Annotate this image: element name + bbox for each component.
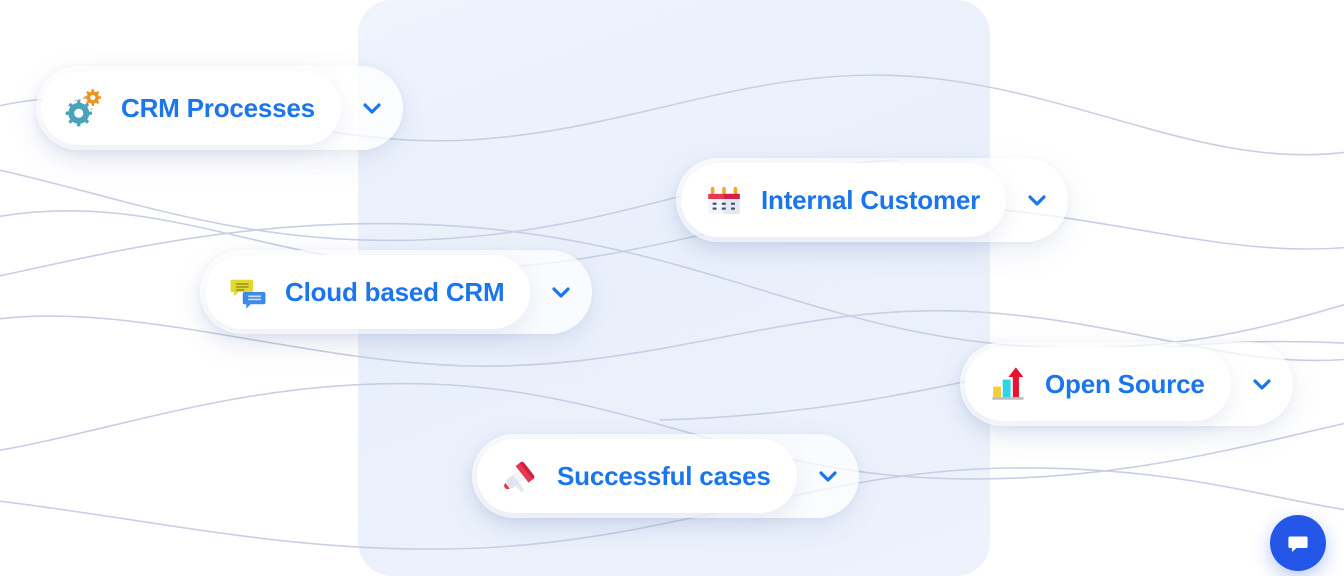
card-body: Internal Customer xyxy=(681,163,1007,237)
chat-bubble-icon xyxy=(1288,536,1308,552)
card-successful-cases[interactable]: Successful cases xyxy=(472,434,859,518)
card-label: Successful cases xyxy=(557,461,771,491)
gears-icon xyxy=(65,89,101,127)
chevron-down-icon[interactable] xyxy=(1231,347,1293,421)
card-open-source[interactable]: Open Source xyxy=(960,342,1293,426)
chat-widget-button[interactable] xyxy=(1270,515,1326,571)
chevron-down-icon[interactable] xyxy=(1006,163,1068,237)
card-cloud-based-crm[interactable]: Cloud based CRM xyxy=(200,250,593,334)
card-body: Cloud based CRM xyxy=(205,255,531,329)
page-root: CRM Processes Internal Customer Cloud ba… xyxy=(0,0,1344,576)
card-body: Open Source xyxy=(965,347,1231,421)
card-label: Internal Customer xyxy=(761,185,981,215)
megaphone-icon xyxy=(504,461,535,492)
card-body: Successful cases xyxy=(477,439,797,513)
card-label: CRM Processes xyxy=(121,93,315,123)
calendar-icon xyxy=(708,186,740,214)
card-label: Open Source xyxy=(1045,369,1205,399)
card-label: Cloud based CRM xyxy=(285,277,505,307)
card-internal-customer[interactable]: Internal Customer xyxy=(676,158,1069,242)
card-crm-processes[interactable]: CRM Processes xyxy=(36,66,403,150)
card-body: CRM Processes xyxy=(41,71,341,145)
bar-chart-arrow-icon xyxy=(992,367,1024,400)
chevron-down-icon[interactable] xyxy=(797,439,859,513)
chat-bubbles-icon xyxy=(230,279,266,309)
chevron-down-icon[interactable] xyxy=(341,71,403,145)
chevron-down-icon[interactable] xyxy=(530,255,592,329)
